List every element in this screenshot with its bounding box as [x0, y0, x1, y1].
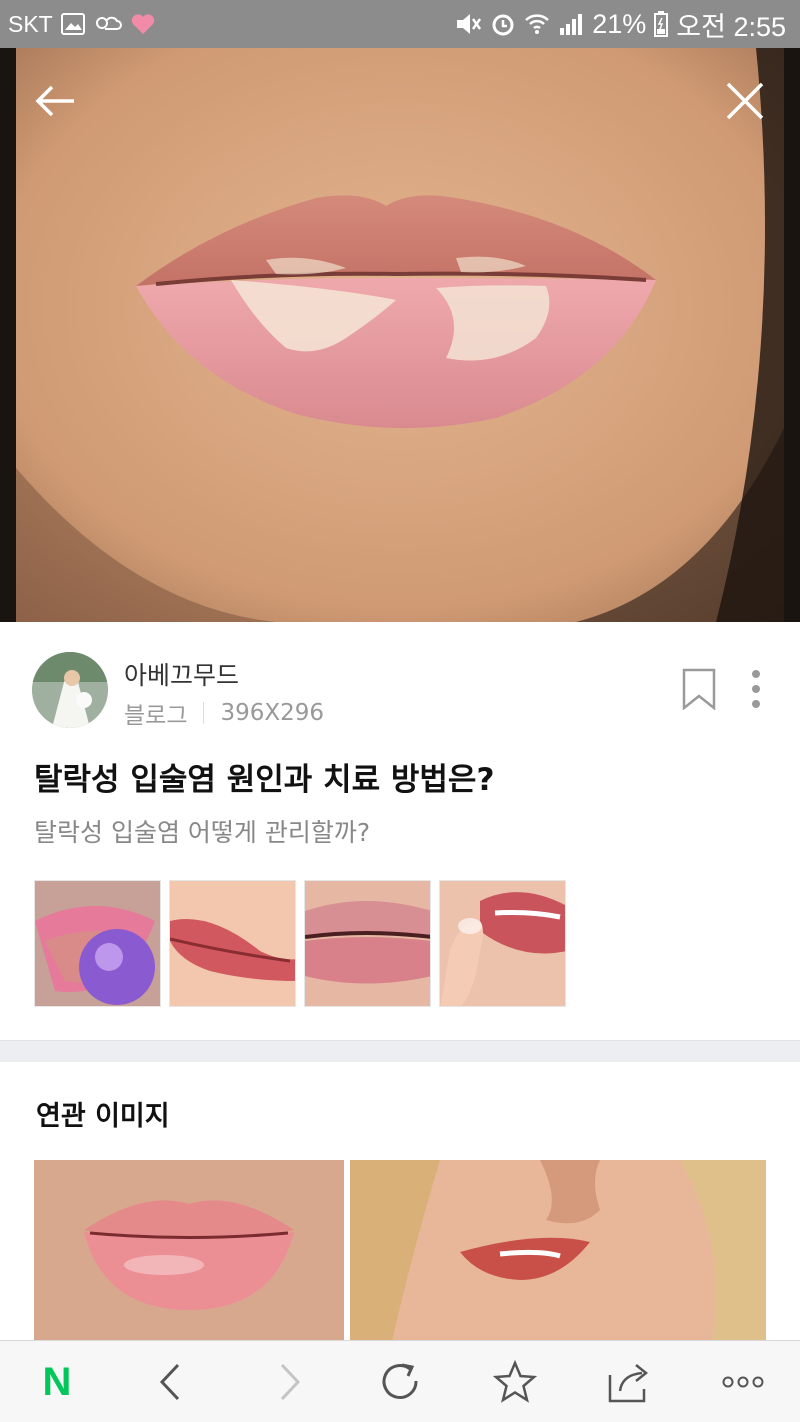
status-left: SKT — [8, 11, 155, 38]
related-images-title: 연관 이미지 — [36, 1101, 170, 1132]
thumbnail-strip — [34, 880, 566, 1007]
weather-icon — [95, 16, 122, 30]
forward-button[interactable] — [266, 1359, 312, 1405]
gallery-icon — [60, 13, 85, 35]
back-button[interactable] — [148, 1359, 194, 1405]
related-images-section: 연관 이미지 — [0, 1062, 800, 1342]
result-description: 탈락성 입술염 어떻게 관리할까? — [34, 818, 371, 847]
bookmark-icon[interactable] — [682, 668, 716, 710]
related-image-1[interactable] — [34, 1160, 344, 1342]
related-image-2[interactable] — [350, 1160, 766, 1342]
naver-logo: N — [42, 1360, 72, 1404]
thumbnail-3[interactable] — [304, 880, 431, 1007]
meta-separator — [203, 702, 205, 724]
image-result-card: 아베끄무드 블로그 396X296 탈락성 입술염 원인과 치료 방법은? 탈락… — [0, 622, 800, 1040]
source-name[interactable]: 아베끄무드 — [124, 656, 239, 692]
battery-percent: 21% — [592, 8, 647, 39]
more-vertical-icon[interactable] — [742, 666, 770, 712]
thumbnail-4[interactable] — [439, 880, 566, 1007]
more-horizontal-icon — [722, 1376, 764, 1388]
avatar[interactable] — [32, 652, 108, 728]
browser-toolbar: N — [0, 1340, 800, 1422]
share-icon — [608, 1364, 649, 1403]
refresh-button[interactable] — [378, 1359, 424, 1405]
mute-icon — [457, 14, 482, 34]
heart-icon — [131, 14, 154, 35]
source-type: 블로그 — [124, 703, 188, 729]
status-bar: SKT 21% 오전 2:55 — [0, 0, 800, 48]
image-size: 396X296 — [220, 700, 325, 726]
more-menu-button[interactable] — [720, 1359, 766, 1405]
status-right: 21% 오전 2:55 — [454, 5, 786, 44]
battery-icon — [654, 11, 669, 37]
source-meta: 블로그 396X296 — [124, 696, 324, 730]
star-icon — [492, 1359, 538, 1403]
wifi-icon — [525, 14, 550, 34]
close-icon[interactable] — [722, 78, 768, 124]
favorite-button[interactable] — [492, 1359, 538, 1405]
alarm-icon — [492, 14, 514, 36]
refresh-icon — [382, 1363, 418, 1399]
naver-home-button[interactable]: N — [34, 1359, 80, 1405]
thumbnail-1[interactable] — [34, 880, 161, 1007]
chevron-left-icon — [159, 1363, 180, 1401]
clock: 오전 2:55 — [676, 11, 786, 42]
signal-icon — [560, 14, 583, 35]
section-divider — [0, 1040, 800, 1062]
carrier-label: SKT — [8, 10, 53, 37]
share-button[interactable] — [606, 1359, 652, 1405]
back-arrow-icon[interactable] — [32, 78, 78, 124]
hero-photo[interactable] — [16, 48, 784, 622]
chevron-right-icon — [280, 1363, 301, 1401]
result-title[interactable]: 탈락성 입술염 원인과 치료 방법은? — [34, 754, 494, 799]
thumbnail-2[interactable] — [169, 880, 296, 1007]
hero-image-viewer — [0, 48, 800, 622]
